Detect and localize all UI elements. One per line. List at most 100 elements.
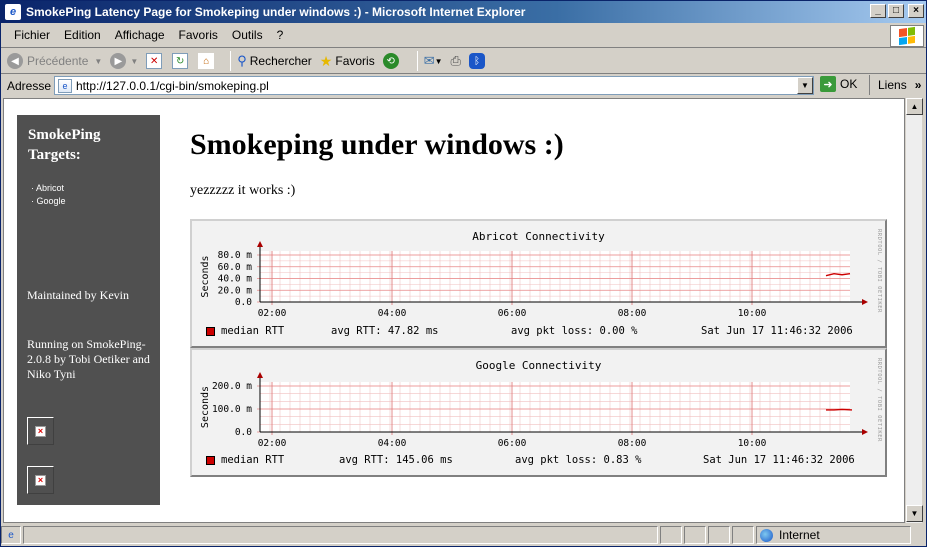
browser-window: e SmokePing Latency Page for Smokeping u… xyxy=(0,0,927,547)
minimize-button[interactable]: _ xyxy=(870,4,886,18)
arrow-up-icon: ▲ xyxy=(910,102,919,111)
x-tick-label: 04:00 xyxy=(378,308,407,319)
legend-avg-rtt: avg RTT: 47.82 ms xyxy=(331,325,439,337)
graph-abricot[interactable]: Abricot Connectivity 80.0 m 60.0 m 40.0 m2… xyxy=(190,219,887,348)
x-tick-label: 10:00 xyxy=(738,438,767,449)
legend-loss: avg pkt loss: 0.83 % xyxy=(515,454,642,466)
x-tick-label: 04:00 xyxy=(378,438,407,449)
menu-favoris[interactable]: Favoris xyxy=(172,28,225,42)
go-label: OK xyxy=(840,77,858,91)
windows-logo xyxy=(890,25,924,47)
address-label: Adresse xyxy=(7,79,52,93)
history-icon: ⟲ xyxy=(382,53,399,69)
address-bar: Adresse e http://127.0.0.1/cgi-bin/smoke… xyxy=(1,75,926,97)
sidebar: SmokePing Targets: Abricot Google Mainta… xyxy=(17,115,160,505)
home-button[interactable]: ⌂ xyxy=(198,53,216,69)
page-content: SmokePing Targets: Abricot Google Mainta… xyxy=(3,98,905,523)
toolbar-separator xyxy=(230,51,232,71)
sidebar-title: SmokePing Targets: xyxy=(28,127,101,163)
x-axis-arrow xyxy=(862,299,868,305)
print-icon: ⎙ xyxy=(450,53,461,68)
target-link-abricot[interactable]: Abricot xyxy=(31,182,66,195)
search-label: Rechercher xyxy=(249,54,312,68)
y-tick-label: 60.0 m xyxy=(218,262,253,273)
legend-swatch xyxy=(206,455,215,465)
menu-affichage[interactable]: Affichage xyxy=(108,28,172,42)
favorites-button[interactable]: ★ Favoris xyxy=(320,53,375,70)
legend-loss: avg pkt loss: 0.00 % xyxy=(511,325,638,337)
broken-image-icon: × xyxy=(35,425,46,437)
legend-swatch xyxy=(206,326,215,336)
page-title: Smokeping under windows :) xyxy=(190,128,564,161)
links-button[interactable]: Liens » xyxy=(869,75,921,95)
mail-button[interactable]: ✉ ▼ xyxy=(424,53,443,69)
x-tick-label: 08:00 xyxy=(618,438,647,449)
y-tick-label: 100.0 m xyxy=(212,404,252,415)
forward-arrow-icon: ▶ xyxy=(110,53,127,69)
y-tick-label: 40.0 m xyxy=(218,274,253,285)
menu-help[interactable]: ? xyxy=(270,28,291,42)
bluetooth-button[interactable]: ᛒ xyxy=(468,53,489,69)
y-tick-label: 200.0 m xyxy=(212,381,252,392)
go-button[interactable]: ➜ OK xyxy=(820,76,857,92)
graph-legend: median RTT avg RTT: 47.82 ms avg pkt los… xyxy=(206,325,876,337)
x-tick-label: 02:00 xyxy=(258,438,287,449)
refresh-button[interactable]: ↻ xyxy=(172,53,190,69)
rrdtool-watermark: RRDTOOL / TOBI OETIKER xyxy=(876,358,882,442)
broken-image-2[interactable]: × xyxy=(27,466,54,494)
maximize-button[interactable]: □ xyxy=(888,4,904,18)
go-arrow-icon: ➜ xyxy=(820,76,836,92)
stop-icon: ✕ xyxy=(146,53,163,69)
close-button[interactable]: × xyxy=(908,4,924,18)
menu-outils[interactable]: Outils xyxy=(225,28,270,42)
legend-avg-rtt: avg RTT: 145.06 ms xyxy=(339,454,453,466)
x-tick-label: 10:00 xyxy=(738,308,767,319)
back-arrow-icon: ◀ xyxy=(7,53,23,69)
y-tick-label: 0.0 xyxy=(235,427,252,438)
address-dropdown-button[interactable]: ▼ xyxy=(797,77,813,94)
scroll-up-button[interactable]: ▲ xyxy=(906,98,923,115)
y-tick-label: 80.0 m xyxy=(218,250,253,261)
x-tick-label: 06:00 xyxy=(498,438,527,449)
menu-bar: Fichier Edition Affichage Favoris Outils… xyxy=(1,23,926,48)
history-button[interactable]: ⟲ xyxy=(382,53,403,69)
y-axis-arrow xyxy=(257,372,263,378)
address-url: http://127.0.0.1/cgi-bin/smokeping.pl xyxy=(76,78,269,93)
back-label: Précédente xyxy=(27,54,89,68)
x-axis-arrow xyxy=(862,429,868,435)
globe-icon xyxy=(760,528,773,542)
mail-icon: ✉ xyxy=(423,53,435,68)
graph-google[interactable]: Google Connectivity 200.0 m 100.0 m 0.0 02:… xyxy=(190,348,887,477)
target-link-google[interactable]: Google xyxy=(31,195,66,208)
stop-button[interactable]: ✕ xyxy=(146,53,164,69)
window-title: SmokePing Latency Page for Smokeping und… xyxy=(26,5,526,19)
search-icon: ⚲ xyxy=(237,53,247,68)
graph-legend: median RTT avg RTT: 145.06 ms avg pkt lo… xyxy=(206,454,876,466)
legend-date: Sat Jun 17 11:46:32 2006 xyxy=(703,454,855,466)
print-button[interactable]: ⎙ xyxy=(451,53,461,69)
zone-label: Internet xyxy=(779,528,820,542)
arrow-down-icon: ▼ xyxy=(910,509,919,518)
ie-page-icon: e xyxy=(1,526,21,544)
close-icon: × xyxy=(913,5,919,16)
status-panel xyxy=(660,526,682,544)
legend-series: median RTT xyxy=(221,325,285,337)
scroll-down-button[interactable]: ▼ xyxy=(906,505,923,522)
search-button[interactable]: ⚲ Rechercher xyxy=(237,53,312,69)
broken-image-1[interactable]: × xyxy=(27,417,54,445)
back-button[interactable]: ◀ Précédente ▼ xyxy=(7,53,102,69)
vertical-scrollbar[interactable]: ▲ ▼ xyxy=(905,98,923,523)
forward-button[interactable]: ▶ ▼ xyxy=(110,53,138,69)
running-on: Running on SmokePing-2.0.8 by Tobi Oetik… xyxy=(27,337,150,381)
menu-edition[interactable]: Edition xyxy=(57,28,108,42)
menu-fichier[interactable]: Fichier xyxy=(7,28,57,42)
favorites-star-icon: ★ xyxy=(319,52,333,69)
address-input[interactable]: e http://127.0.0.1/cgi-bin/smokeping.pl … xyxy=(54,76,814,95)
broken-image-icon: × xyxy=(35,474,46,486)
toolbar: ◀ Précédente ▼ ▶ ▼ ✕ ↻ ⌂ ⚲ Rechercher ★ … xyxy=(1,49,926,74)
windows-logo-icon xyxy=(899,26,915,46)
title-bar: e SmokePing Latency Page for Smokeping u… xyxy=(1,1,926,23)
mail-dropdown-icon: ▼ xyxy=(434,56,443,66)
legend-series: median RTT xyxy=(221,454,285,466)
status-panel xyxy=(708,526,730,544)
